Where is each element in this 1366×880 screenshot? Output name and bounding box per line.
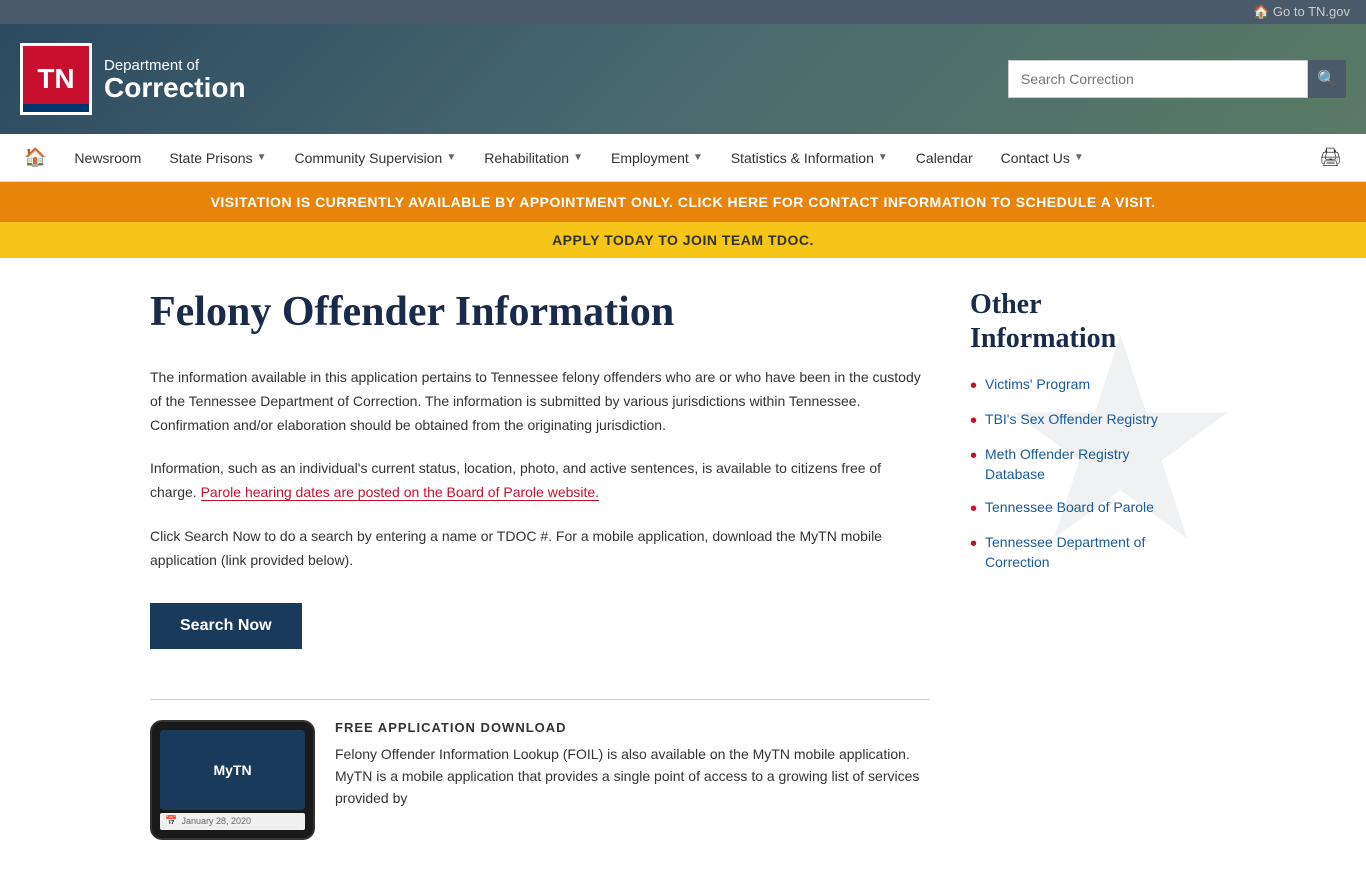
main-wrapper: ★ Felony Offender Information The inform… xyxy=(0,258,1366,880)
sex-offender-registry-link[interactable]: TBI's Sex Offender Registry xyxy=(985,410,1158,430)
header: TN Department of Correction 🔍 xyxy=(0,24,1366,134)
bullet-icon: • xyxy=(970,499,977,519)
nav-item-newsroom[interactable]: Newsroom xyxy=(60,134,155,182)
bullet-icon: • xyxy=(970,534,977,554)
nav-item-calendar[interactable]: Calendar xyxy=(902,134,987,182)
parole-link[interactable]: Parole hearing dates are posted on the B… xyxy=(201,484,599,501)
page-title: Felony Offender Information xyxy=(150,288,930,336)
list-item: • Tennessee Board of Parole xyxy=(970,498,1190,519)
board-of-parole-link[interactable]: Tennessee Board of Parole xyxy=(985,498,1154,518)
top-bar: 🏠 Go to TN.gov xyxy=(0,0,1366,24)
list-item: • Victims' Program xyxy=(970,375,1190,396)
search-button[interactable]: 🔍 xyxy=(1308,60,1346,98)
phone-row: 📅 January 28, 2020 xyxy=(160,813,305,830)
list-item: • Tennessee Department of Correction xyxy=(970,533,1190,572)
victims-program-link[interactable]: Victims' Program xyxy=(985,375,1090,395)
nav-item-home[interactable]: 🏠 xyxy=(10,134,60,182)
paragraph-1: The information available in this applic… xyxy=(150,366,930,437)
nav-item-community-supervision[interactable]: Community Supervision ▼ xyxy=(281,134,471,182)
employment-arrow: ▼ xyxy=(693,152,703,163)
divider xyxy=(150,699,930,700)
logo-area: TN Department of Correction xyxy=(20,43,246,115)
nav-item-statistics[interactable]: Statistics & Information ▼ xyxy=(717,134,902,182)
dept-label: Department of xyxy=(104,57,246,74)
paragraph-3: Click Search Now to do a search by enter… xyxy=(150,525,930,573)
sidebar-list: • Victims' Program • TBI's Sex Offender … xyxy=(970,375,1190,572)
nav-item-employment[interactable]: Employment ▼ xyxy=(597,134,717,182)
nav-item-print[interactable]: 🖨 xyxy=(1305,134,1356,182)
app-label: FREE APPLICATION DOWNLOAD xyxy=(335,720,930,735)
sidebar: Other Information • Victims' Program • T… xyxy=(970,288,1190,840)
phone-mockup: MyTN 📅 January 28, 2020 xyxy=(150,720,315,840)
bullet-icon: • xyxy=(970,411,977,431)
contact-arrow: ▼ xyxy=(1074,152,1084,163)
sidebar-title: Other Information xyxy=(970,288,1190,355)
community-supervision-arrow: ▼ xyxy=(446,152,456,163)
tn-gov-link[interactable]: 🏠 Go to TN.gov xyxy=(1253,4,1350,19)
phone-screen-label: MyTN xyxy=(160,730,305,810)
nav-item-rehabilitation[interactable]: Rehabilitation ▼ xyxy=(470,134,597,182)
nav-item-contact[interactable]: Contact Us ▼ xyxy=(987,134,1098,182)
list-item: • Meth Offender Registry Database xyxy=(970,445,1190,484)
app-text-block: FREE APPLICATION DOWNLOAD Felony Offende… xyxy=(335,720,930,810)
search-now-button[interactable]: Search Now xyxy=(150,603,302,649)
banner-yellow[interactable]: APPLY TODAY TO JOIN TEAM TDOC. xyxy=(0,222,1366,258)
logo-text: Department of Correction xyxy=(104,57,246,102)
statistics-arrow: ▼ xyxy=(878,152,888,163)
content-area: Felony Offender Information The informat… xyxy=(150,288,930,840)
app-description: Felony Offender Information Lookup (FOIL… xyxy=(335,743,930,810)
bullet-icon: • xyxy=(970,446,977,466)
paragraph-2: Information, such as an individual's cur… xyxy=(150,457,930,505)
correction-label: Correction xyxy=(104,74,246,102)
bullet-icon: • xyxy=(970,376,977,396)
tn-logo-box: TN xyxy=(20,43,92,115)
rehabilitation-arrow: ▼ xyxy=(573,152,583,163)
state-prisons-arrow: ▼ xyxy=(257,152,267,163)
list-item: • TBI's Sex Offender Registry xyxy=(970,410,1190,431)
app-section: MyTN 📅 January 28, 2020 FREE APPLICATION… xyxy=(150,720,930,840)
banner-orange[interactable]: VISITATION IS CURRENTLY AVAILABLE BY APP… xyxy=(0,182,1366,222)
nav-item-state-prisons[interactable]: State Prisons ▼ xyxy=(155,134,280,182)
meth-offender-link[interactable]: Meth Offender Registry Database xyxy=(985,445,1190,484)
search-input[interactable] xyxy=(1008,60,1308,98)
search-area: 🔍 xyxy=(1008,60,1346,98)
tn-dept-correction-link[interactable]: Tennessee Department of Correction xyxy=(985,533,1190,572)
tn-logo-text: TN xyxy=(37,63,74,95)
main-nav: 🏠 Newsroom State Prisons ▼ Community Sup… xyxy=(0,134,1366,182)
